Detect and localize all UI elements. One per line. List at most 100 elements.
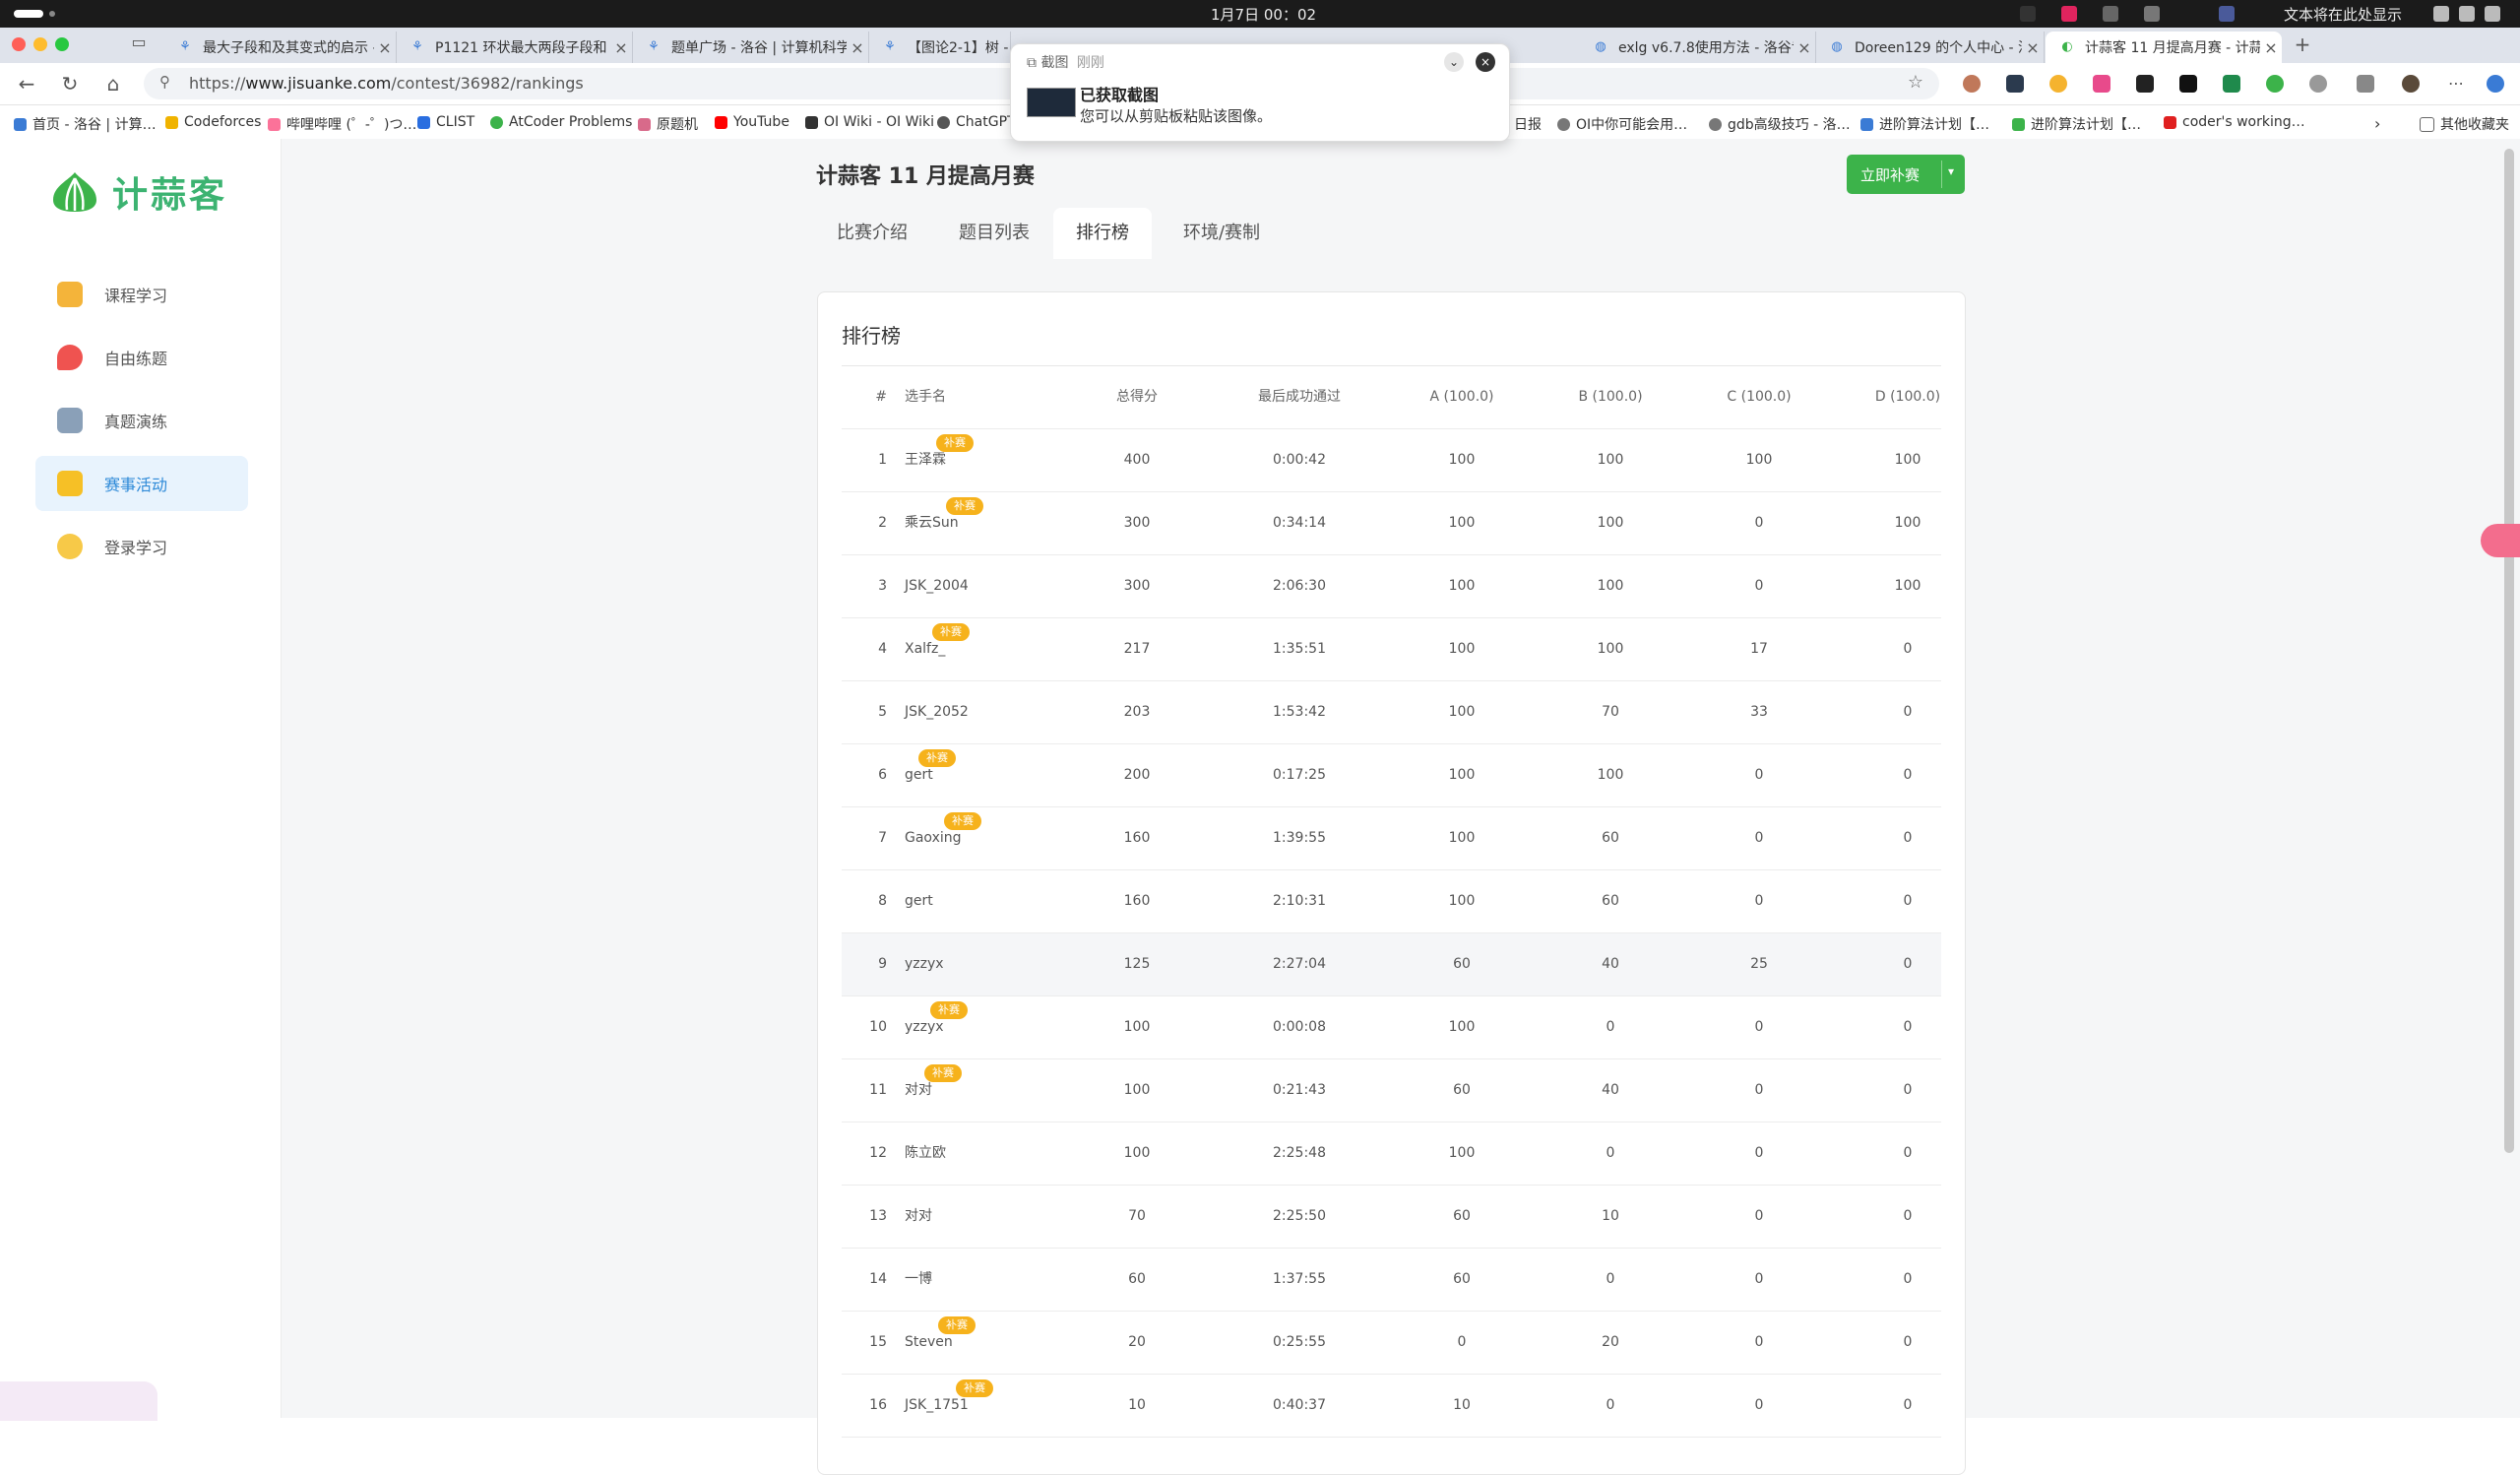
table-row[interactable]: 7 Gaoxing 160 1:39:55 100 60 0 0 补赛	[842, 807, 1941, 870]
table-row[interactable]: 14 一博 60 1:37:55 60 0 0 0	[842, 1249, 1941, 1312]
tray-clipboard-icon[interactable]	[2144, 6, 2160, 22]
bookmark-item[interactable]: AtCoder Problems	[490, 114, 632, 130]
tab-close-icon[interactable]: ×	[374, 38, 396, 57]
tab-close-icon[interactable]: ×	[610, 38, 632, 57]
bookmark-item[interactable]: gdb高级技巧 - 洛…	[1709, 114, 1851, 134]
header-problem-a[interactable]: A (100.0)	[1403, 366, 1521, 428]
tray-terminal-icon[interactable]	[2020, 6, 2036, 22]
back-icon[interactable]: ←	[14, 71, 39, 96]
notification-expand-icon[interactable]: ⌄	[1444, 52, 1464, 72]
sidebar-item-past-exams[interactable]: 真题演练	[35, 393, 248, 448]
copilot-icon[interactable]	[2487, 75, 2504, 93]
profile-avatar[interactable]	[2402, 75, 2420, 93]
player-name[interactable]: Xalfz_	[905, 618, 1062, 680]
bookmark-item[interactable]: Codeforces	[165, 114, 261, 130]
tray-translate-icon[interactable]	[2103, 6, 2118, 22]
workspace-dot[interactable]	[49, 11, 55, 17]
bookmark-item[interactable]: CLIST	[417, 114, 474, 130]
sidebar-item-login[interactable]: 登录学习	[35, 519, 248, 574]
browser-tab[interactable]: ◍ Doreen129 的个人中心 - 洛谷 ×	[1815, 32, 2045, 63]
window-maximize-button[interactable]	[55, 37, 69, 51]
table-row[interactable]: 11 对对 100 0:21:43 60 40 0 0 补赛	[842, 1059, 1941, 1122]
table-row[interactable]: 15 Steven 20 0:25:55 0 20 0 0 补赛	[842, 1312, 1941, 1375]
window-minimize-button[interactable]	[33, 37, 47, 51]
sidebar-item-courses[interactable]: 课程学习	[35, 267, 248, 322]
tray-input-icon[interactable]	[2219, 6, 2235, 22]
table-row[interactable]: 1 王泽霖 400 0:00:42 100 100 100 100 补赛	[842, 429, 1941, 492]
notification-close-icon[interactable]: ×	[1476, 52, 1495, 72]
table-row[interactable]: 16 JSK_1751 10 0:40:37 10 0 0 0 补赛	[842, 1375, 1941, 1438]
tray-app-icon[interactable]	[2061, 6, 2077, 22]
header-problem-d[interactable]: D (100.0)	[1849, 366, 1967, 428]
table-row[interactable]: 13 对对 70 2:25:50 60 10 0 0	[842, 1186, 1941, 1249]
header-problem-c[interactable]: C (100.0)	[1700, 366, 1818, 428]
player-name[interactable]: Gaoxing	[905, 807, 1062, 869]
translate-float-icon[interactable]	[2481, 524, 2520, 557]
bookmark-item[interactable]: YouTube	[715, 114, 789, 130]
sidebar-item-practice[interactable]: 自由练题	[35, 330, 248, 385]
tab-environment[interactable]: 环境/赛制	[1158, 208, 1286, 259]
browser-tab[interactable]: ◍ exlg v6.7.8使用方法 - 洛谷专栏 ×	[1579, 32, 1816, 63]
bookmark-item[interactable]: OI中你可能会用…	[1557, 114, 1687, 134]
tab-close-icon[interactable]: ×	[2022, 38, 2044, 57]
player-name[interactable]: yzzyx	[905, 933, 1062, 995]
browser-tab[interactable]: ⚘ 题单广场 - 洛谷 | 计算机科学教育 ×	[632, 32, 869, 63]
tab-overview-icon[interactable]: ▭	[126, 30, 152, 55]
table-row[interactable]: 3 JSK_2004 300 2:06:30 100 100 0 100	[842, 555, 1941, 618]
table-row[interactable]: 4 Xalfz_ 217 1:35:51 100 100 17 0 补赛	[842, 618, 1941, 681]
player-name[interactable]: JSK_2004	[905, 555, 1062, 617]
tab-close-icon[interactable]: ×	[847, 38, 868, 57]
makeup-contest-button[interactable]: 立即补赛 ▾	[1847, 155, 1965, 194]
favorites-icon[interactable]	[2357, 75, 2374, 93]
player-name[interactable]: JSK_2052	[905, 681, 1062, 743]
extension-icon[interactable]	[2006, 75, 2024, 93]
tab-problem-list[interactable]: 题目列表	[939, 208, 1049, 259]
table-row[interactable]: 8 gert 160 2:10:31 100 60 0 0	[842, 870, 1941, 933]
reload-icon[interactable]: ↻	[57, 71, 83, 96]
player-name[interactable]: 王泽霖	[905, 429, 1062, 491]
window-close-button[interactable]	[12, 37, 26, 51]
bookmark-item[interactable]: 哔哩哔哩 (゜-゜)つ…	[268, 114, 416, 134]
bookmark-item[interactable]: 日报	[1514, 114, 1542, 134]
player-name[interactable]: 陈立欧	[905, 1122, 1062, 1185]
floating-widget[interactable]	[0, 1381, 158, 1421]
extension-icon[interactable]	[2223, 75, 2240, 93]
new-tab-icon[interactable]: +	[2290, 32, 2315, 57]
bookmark-item[interactable]: 原题机	[638, 114, 698, 134]
browser-tab-active[interactable]: ◐ 计蒜客 11 月提高月赛 - 计蒜客 ×	[2046, 32, 2282, 63]
more-menu-icon[interactable]: ⋯	[2443, 71, 2469, 96]
bookmark-item[interactable]: 首页 - 洛谷 | 计算…	[14, 114, 157, 134]
sidebar-item-contests[interactable]: 赛事活动	[35, 456, 248, 511]
table-row[interactable]: 2 乘云Sun 300 0:34:14 100 100 0 100 补赛	[842, 492, 1941, 555]
extensions-puzzle-icon[interactable]	[2309, 75, 2327, 93]
url-text[interactable]: https://www.jisuanke.com/contest/36982/r…	[189, 74, 584, 93]
extension-icon[interactable]	[2136, 75, 2154, 93]
site-logo[interactable]: 计蒜客	[49, 166, 227, 218]
screenshot-notification[interactable]: ⧉ 截图 刚刚 ⌄ × 已获取截图 您可以从剪贴板粘贴该图像。	[1010, 43, 1510, 142]
table-row[interactable]: 12 陈立欧 100 2:25:48 100 0 0 0	[842, 1122, 1941, 1186]
bookmark-item[interactable]: ChatGPT	[937, 114, 1016, 130]
extension-icon[interactable]	[2266, 75, 2284, 93]
player-name[interactable]: yzzyx	[905, 996, 1062, 1058]
tray-volume-icon[interactable]	[2459, 6, 2475, 22]
extension-icon[interactable]	[1963, 75, 1981, 93]
tray-screen-icon[interactable]	[2433, 6, 2449, 22]
page-scrollbar[interactable]	[2500, 139, 2520, 1418]
bookmark-item[interactable]: 进阶算法计划【…	[2012, 114, 2141, 134]
tab-close-icon[interactable]: ×	[2260, 38, 2282, 57]
tab-contest-intro[interactable]: 比赛介绍	[817, 208, 927, 259]
table-row[interactable]: 6 gert 200 0:17:25 100 100 0 0 补赛	[842, 744, 1941, 807]
other-bookmarks-folder[interactable]: 其他收藏夹	[2420, 114, 2509, 134]
workspace-indicator[interactable]	[14, 10, 43, 18]
browser-tab[interactable]: ⚘ P1121 环状最大两段子段和 - 洛谷 ×	[396, 32, 633, 63]
player-name[interactable]: Steven	[905, 1312, 1062, 1374]
table-row[interactable]: 5 JSK_2052 203 1:53:42 100 70 33 0	[842, 681, 1941, 744]
player-name[interactable]: 乘云Sun	[905, 492, 1062, 554]
table-row[interactable]: 10 yzzyx 100 0:00:08 100 0 0 0 补赛	[842, 996, 1941, 1059]
bookmark-star-icon[interactable]: ☆	[1908, 72, 1923, 93]
tab-rankings[interactable]: 排行榜	[1053, 208, 1152, 259]
bookmark-item[interactable]: 进阶算法计划【…	[1860, 114, 1989, 134]
player-name[interactable]: 一博	[905, 1249, 1062, 1311]
chevron-down-icon[interactable]: ▾	[1948, 164, 1954, 178]
site-info-icon[interactable]: ⚲	[159, 73, 170, 91]
